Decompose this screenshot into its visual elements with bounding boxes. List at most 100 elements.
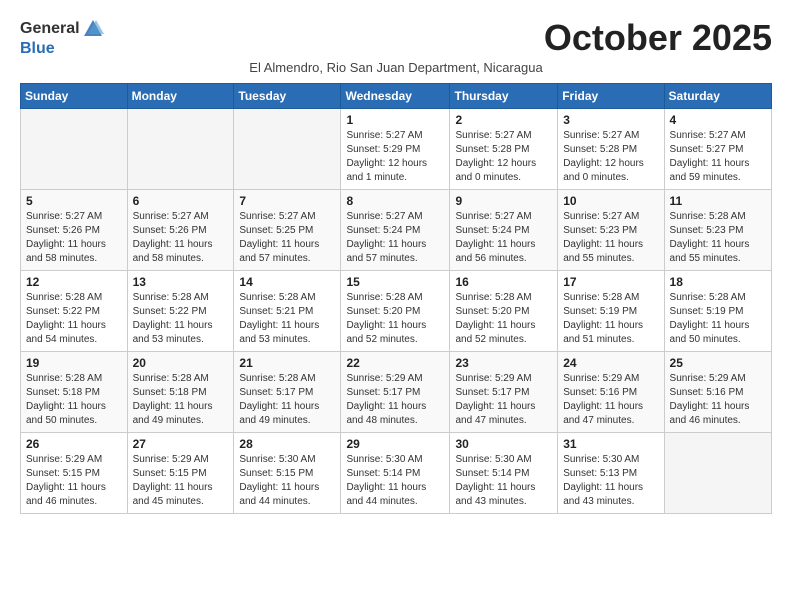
- day-number: 16: [455, 275, 552, 289]
- table-cell: 18 Sunrise: 5:28 AMSunset: 5:19 PMDayligh…: [664, 270, 771, 351]
- day-info: Sunrise: 5:29 AMSunset: 5:16 PMDaylight:…: [670, 372, 766, 428]
- day-info: Sunrise: 5:30 AMSunset: 5:15 PMDaylight:…: [239, 453, 335, 509]
- day-info: Sunrise: 5:29 AMSunset: 5:16 PMDaylight:…: [563, 372, 658, 428]
- table-cell: [127, 108, 234, 189]
- day-info: Sunrise: 5:28 AMSunset: 5:20 PMDaylight:…: [346, 291, 444, 347]
- day-number: 14: [239, 275, 335, 289]
- table-cell: [21, 108, 128, 189]
- table-cell: 14 Sunrise: 5:28 AMSunset: 5:21 PMDayligh…: [234, 270, 341, 351]
- calendar-table: Sunday Monday Tuesday Wednesday Thursday…: [20, 83, 772, 514]
- day-number: 10: [563, 194, 658, 208]
- day-number: 6: [133, 194, 229, 208]
- day-info: Sunrise: 5:27 AMSunset: 5:28 PMDaylight:…: [563, 129, 658, 185]
- table-cell: 10 Sunrise: 5:27 AMSunset: 5:23 PMDayligh…: [558, 189, 664, 270]
- page: General Blue October 2025 El Almendro, R…: [0, 0, 792, 532]
- day-info: Sunrise: 5:28 AMSunset: 5:19 PMDaylight:…: [563, 291, 658, 347]
- day-number: 20: [133, 356, 229, 370]
- day-info: Sunrise: 5:28 AMSunset: 5:17 PMDaylight:…: [239, 372, 335, 428]
- week-row-3: 12 Sunrise: 5:28 AMSunset: 5:22 PMDayligh…: [21, 270, 772, 351]
- week-row-2: 5 Sunrise: 5:27 AMSunset: 5:26 PMDaylight…: [21, 189, 772, 270]
- day-number: 25: [670, 356, 766, 370]
- table-cell: 19 Sunrise: 5:28 AMSunset: 5:18 PMDayligh…: [21, 351, 128, 432]
- day-info: Sunrise: 5:28 AMSunset: 5:20 PMDaylight:…: [455, 291, 552, 347]
- table-cell: 15Sunrise: 5:28 AMSunset: 5:20 PMDayligh…: [341, 270, 450, 351]
- day-info: Sunrise: 5:27 AMSunset: 5:24 PMDaylight:…: [455, 210, 552, 266]
- day-info: Sunrise: 5:29 AMSunset: 5:15 PMDaylight:…: [133, 453, 229, 509]
- subtitle: El Almendro, Rio San Juan Department, Ni…: [20, 60, 772, 75]
- col-thursday: Thursday: [450, 83, 558, 108]
- table-cell: 22 Sunrise: 5:29 AMSunset: 5:17 PMDayligh…: [341, 351, 450, 432]
- table-cell: 8 Sunrise: 5:27 AMSunset: 5:24 PMDaylight…: [341, 189, 450, 270]
- table-cell: 3Sunrise: 5:27 AMSunset: 5:28 PMDaylight…: [558, 108, 664, 189]
- table-cell: 31 Sunrise: 5:30 AMSunset: 5:13 PMDayligh…: [558, 432, 664, 513]
- day-info: Sunrise: 5:27 AMSunset: 5:24 PMDaylight:…: [346, 210, 444, 266]
- day-info: Sunrise: 5:27 AMSunset: 5:29 PMDaylight:…: [346, 129, 444, 185]
- col-wednesday: Wednesday: [341, 83, 450, 108]
- table-cell: 25 Sunrise: 5:29 AMSunset: 5:16 PMDayligh…: [664, 351, 771, 432]
- table-cell: 9 Sunrise: 5:27 AMSunset: 5:24 PMDaylight…: [450, 189, 558, 270]
- table-cell: 29Sunrise: 5:30 AMSunset: 5:14 PMDayligh…: [341, 432, 450, 513]
- table-cell: 1 Sunrise: 5:27 AMSunset: 5:29 PMDaylight…: [341, 108, 450, 189]
- table-cell: 6Sunrise: 5:27 AMSunset: 5:26 PMDaylight…: [127, 189, 234, 270]
- day-info: Sunrise: 5:27 AMSunset: 5:28 PMDaylight:…: [455, 129, 552, 185]
- table-cell: [234, 108, 341, 189]
- day-number: 21: [239, 356, 335, 370]
- calendar-header-row: Sunday Monday Tuesday Wednesday Thursday…: [21, 83, 772, 108]
- day-number: 17: [563, 275, 658, 289]
- title-area: October 2025: [544, 18, 772, 58]
- table-cell: 30Sunrise: 5:30 AMSunset: 5:14 PMDayligh…: [450, 432, 558, 513]
- day-number: 4: [670, 113, 766, 127]
- col-friday: Friday: [558, 83, 664, 108]
- day-number: 30: [455, 437, 552, 451]
- day-info: Sunrise: 5:29 AMSunset: 5:15 PMDaylight:…: [26, 453, 122, 509]
- day-info: Sunrise: 5:28 AMSunset: 5:18 PMDaylight:…: [133, 372, 229, 428]
- day-number: 1: [346, 113, 444, 127]
- logo: General Blue: [20, 18, 104, 58]
- day-number: 31: [563, 437, 658, 451]
- day-number: 29: [346, 437, 444, 451]
- day-info: Sunrise: 5:28 AMSunset: 5:22 PMDaylight:…: [133, 291, 229, 347]
- table-cell: 5 Sunrise: 5:27 AMSunset: 5:26 PMDaylight…: [21, 189, 128, 270]
- logo-blue: Blue: [20, 40, 55, 58]
- col-tuesday: Tuesday: [234, 83, 341, 108]
- day-info: Sunrise: 5:27 AMSunset: 5:26 PMDaylight:…: [26, 210, 122, 266]
- day-info: Sunrise: 5:27 AMSunset: 5:23 PMDaylight:…: [563, 210, 658, 266]
- day-number: 23: [455, 356, 552, 370]
- day-info: Sunrise: 5:28 AMSunset: 5:18 PMDaylight:…: [26, 372, 122, 428]
- day-number: 7: [239, 194, 335, 208]
- day-info: Sunrise: 5:30 AMSunset: 5:13 PMDaylight:…: [563, 453, 658, 509]
- table-cell: 7 Sunrise: 5:27 AMSunset: 5:25 PMDaylight…: [234, 189, 341, 270]
- table-cell: 26 Sunrise: 5:29 AMSunset: 5:15 PMDayligh…: [21, 432, 128, 513]
- table-cell: 27Sunrise: 5:29 AMSunset: 5:15 PMDayligh…: [127, 432, 234, 513]
- col-sunday: Sunday: [21, 83, 128, 108]
- logo-general: General: [20, 20, 80, 38]
- day-number: 8: [346, 194, 444, 208]
- table-cell: 12Sunrise: 5:28 AMSunset: 5:22 PMDayligh…: [21, 270, 128, 351]
- day-number: 5: [26, 194, 122, 208]
- table-cell: 4Sunrise: 5:27 AMSunset: 5:27 PMDaylight…: [664, 108, 771, 189]
- table-cell: 20 Sunrise: 5:28 AMSunset: 5:18 PMDayligh…: [127, 351, 234, 432]
- day-info: Sunrise: 5:28 AMSunset: 5:19 PMDaylight:…: [670, 291, 766, 347]
- table-cell: 21 Sunrise: 5:28 AMSunset: 5:17 PMDayligh…: [234, 351, 341, 432]
- day-number: 9: [455, 194, 552, 208]
- day-info: Sunrise: 5:28 AMSunset: 5:21 PMDaylight:…: [239, 291, 335, 347]
- table-cell: 28Sunrise: 5:30 AMSunset: 5:15 PMDayligh…: [234, 432, 341, 513]
- col-saturday: Saturday: [664, 83, 771, 108]
- day-number: 18: [670, 275, 766, 289]
- table-cell: 16 Sunrise: 5:28 AMSunset: 5:20 PMDayligh…: [450, 270, 558, 351]
- day-number: 26: [26, 437, 122, 451]
- table-cell: 11Sunrise: 5:28 AMSunset: 5:23 PMDayligh…: [664, 189, 771, 270]
- col-monday: Monday: [127, 83, 234, 108]
- table-cell: 23Sunrise: 5:29 AMSunset: 5:17 PMDayligh…: [450, 351, 558, 432]
- logo-icon: [82, 18, 104, 40]
- day-number: 2: [455, 113, 552, 127]
- day-number: 22: [346, 356, 444, 370]
- day-number: 24: [563, 356, 658, 370]
- day-info: Sunrise: 5:29 AMSunset: 5:17 PMDaylight:…: [346, 372, 444, 428]
- day-number: 19: [26, 356, 122, 370]
- table-cell: 13 Sunrise: 5:28 AMSunset: 5:22 PMDayligh…: [127, 270, 234, 351]
- day-number: 13: [133, 275, 229, 289]
- day-info: Sunrise: 5:27 AMSunset: 5:25 PMDaylight:…: [239, 210, 335, 266]
- day-number: 12: [26, 275, 122, 289]
- day-number: 11: [670, 194, 766, 208]
